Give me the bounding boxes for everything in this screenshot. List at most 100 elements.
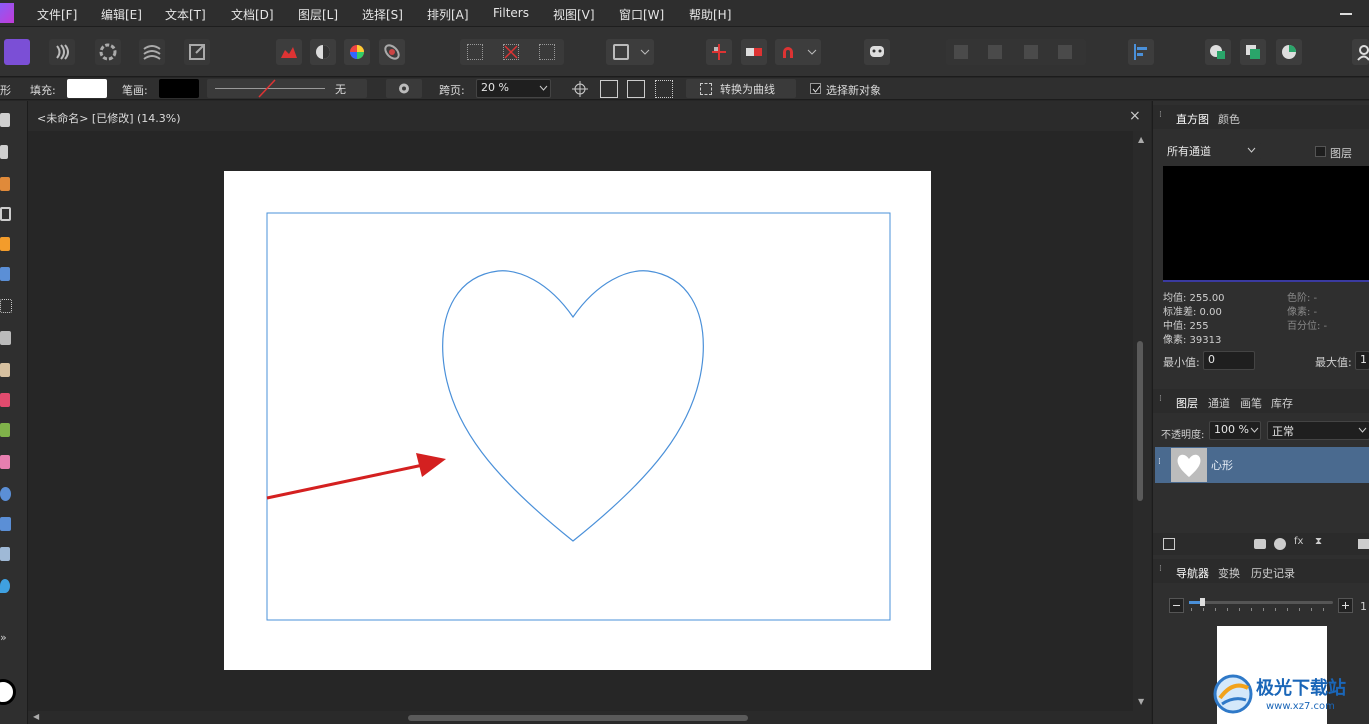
subtract-op-icon[interactable]	[988, 45, 1002, 59]
text-tool-icon[interactable]	[0, 517, 11, 531]
intersect-op-icon[interactable]	[1024, 45, 1038, 59]
vertical-scroll-thumb[interactable]	[1137, 341, 1143, 501]
close-icon[interactable]: ×	[1129, 108, 1141, 124]
max-value-field[interactable]: 1	[1355, 351, 1369, 370]
levels-adjust-icon[interactable]	[276, 39, 302, 65]
tab-stock[interactable]: 库存	[1271, 395, 1293, 411]
menu-view[interactable]: 视图[V]	[553, 6, 595, 23]
horizontal-scroll-thumb[interactable]	[408, 715, 748, 721]
fill-swatch[interactable]	[67, 79, 107, 98]
tab-transform[interactable]: 变换	[1218, 565, 1240, 581]
opacity-select[interactable]: 100 %	[1209, 421, 1261, 440]
order-front-icon[interactable]	[1240, 39, 1266, 65]
drag-handle-icon[interactable]: ⁞	[1159, 394, 1162, 404]
channel-select[interactable]: 所有通道	[1163, 142, 1261, 160]
stroke-width-field[interactable]: 无	[207, 79, 367, 98]
user-icon[interactable]	[1352, 39, 1369, 65]
eyedropper-icon[interactable]	[0, 547, 10, 561]
export-persona-icon[interactable]	[95, 39, 121, 65]
boolean-ops-group[interactable]	[946, 39, 1086, 65]
menu-select[interactable]: 选择[S]	[362, 6, 403, 23]
zoom-tool-icon[interactable]	[0, 487, 11, 501]
menu-help[interactable]: 帮助[H]	[689, 6, 731, 23]
layer-checkbox[interactable]	[1315, 146, 1326, 157]
zoom-in-button[interactable]	[1338, 598, 1353, 613]
align-left-icon[interactable]	[1128, 39, 1154, 65]
convert-to-curves-button[interactable]: 转换为曲线	[686, 79, 796, 98]
menu-filters[interactable]: Filters	[493, 6, 529, 20]
tab-color[interactable]: 颜色	[1218, 111, 1240, 127]
menu-window[interactable]: 窗口[W]	[619, 6, 664, 23]
scroll-down-icon[interactable]: ▼	[1138, 697, 1144, 706]
adjustment-layer-icon[interactable]	[1274, 538, 1286, 550]
crop-tool-icon[interactable]	[0, 207, 11, 221]
heart-shape[interactable]	[442, 270, 704, 542]
tab-navigator[interactable]: 导航器	[1176, 565, 1209, 581]
live-filter-icon[interactable]: ⧗	[1315, 536, 1322, 547]
divide-op-icon[interactable]	[1058, 45, 1072, 59]
tab-brushes[interactable]: 画笔	[1240, 395, 1262, 411]
node-tool-icon[interactable]	[0, 177, 10, 191]
order-back-icon[interactable]	[1205, 39, 1231, 65]
move-tool-icon[interactable]	[0, 145, 8, 159]
layer-name[interactable]: 心形	[1211, 457, 1233, 473]
brush-tool-icon[interactable]	[0, 363, 10, 377]
min-value-field[interactable]: 0	[1203, 351, 1255, 370]
pie-order-icon[interactable]	[1276, 39, 1302, 65]
zoom-out-button[interactable]	[1169, 598, 1184, 613]
menu-layer[interactable]: 图层[L]	[298, 6, 338, 23]
paint-icon[interactable]	[0, 423, 10, 437]
snap-bounds-icon[interactable]	[741, 39, 767, 65]
hand-tool-icon[interactable]	[0, 113, 10, 127]
selection-mode-group[interactable]	[460, 39, 564, 65]
fill-tool-icon[interactable]	[0, 331, 11, 345]
menu-document[interactable]: 文档[D]	[231, 6, 274, 23]
grid-icon[interactable]	[655, 80, 673, 98]
stroke-style-icon[interactable]	[139, 39, 165, 65]
deselect-icon[interactable]	[503, 44, 519, 60]
mask-dropdown[interactable]	[606, 39, 654, 65]
tab-history[interactable]: 历史记录	[1251, 565, 1295, 581]
scroll-left-icon[interactable]: ◀	[33, 712, 39, 721]
pen-tool-icon[interactable]	[0, 237, 10, 251]
tab-channels[interactable]: 通道	[1208, 395, 1230, 411]
snap-grid-icon[interactable]	[706, 39, 732, 65]
minimize-icon[interactable]	[1340, 13, 1352, 15]
more-tools-icon[interactable]: »	[0, 631, 7, 644]
canvas-area[interactable]	[28, 131, 1133, 711]
assistant-icon[interactable]	[864, 39, 890, 65]
vector-brush-icon[interactable]	[0, 393, 10, 407]
span-select[interactable]: 20 %	[476, 79, 551, 98]
color-swatch-icon[interactable]	[0, 679, 16, 705]
menu-text[interactable]: 文本[T]	[165, 6, 206, 23]
settings-gear-icon[interactable]	[386, 79, 422, 98]
share-icon[interactable]	[184, 39, 210, 65]
menu-file[interactable]: 文件[F]	[37, 6, 77, 23]
document-title[interactable]: <未命名> [已修改] (14.3%)	[37, 110, 181, 126]
invert-selection-icon[interactable]	[539, 44, 555, 60]
designer-persona-icon[interactable]	[4, 39, 30, 65]
vertical-scrollbar[interactable]: ▲ ▼	[1133, 131, 1151, 711]
select-new-checkbox[interactable]	[810, 83, 821, 94]
orbit-icon[interactable]	[379, 39, 405, 65]
crosshair-icon[interactable]	[571, 80, 589, 98]
layer-options-icon[interactable]	[1163, 538, 1175, 550]
fit-icon[interactable]	[600, 80, 618, 98]
transparency-tool-icon[interactable]	[0, 579, 10, 593]
zoom-slider-handle[interactable]	[1200, 598, 1205, 606]
color-wheel-icon[interactable]	[344, 39, 370, 65]
blend-mode-select[interactable]: 正常	[1267, 421, 1369, 440]
folder-icon[interactable]	[1358, 539, 1369, 549]
tab-layers[interactable]: 图层	[1176, 395, 1198, 411]
select-all-icon[interactable]	[467, 44, 483, 60]
menu-arrange[interactable]: 排列[A]	[427, 6, 469, 23]
tab-histogram[interactable]: 直方图	[1176, 111, 1209, 127]
stroke-swatch[interactable]	[159, 79, 199, 98]
menu-edit[interactable]: 编辑[E]	[101, 6, 142, 23]
drag-handle-icon[interactable]: ⁞	[1159, 564, 1162, 574]
snapping-dropdown[interactable]	[775, 39, 821, 65]
add-op-icon[interactable]	[954, 45, 968, 59]
marquee-tool-icon[interactable]	[0, 299, 12, 313]
fx-icon[interactable]: fx	[1294, 536, 1303, 547]
pixel-persona-icon[interactable]	[49, 39, 75, 65]
